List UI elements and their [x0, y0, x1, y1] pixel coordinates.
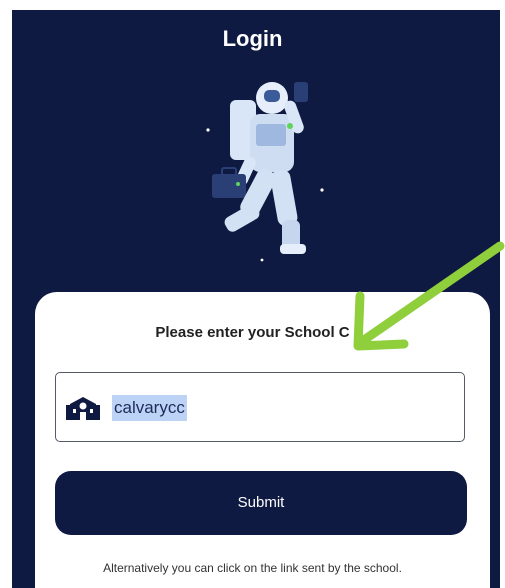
page-title: Login [222, 26, 283, 51]
school-code-value: calvarycc [112, 395, 187, 421]
submit-button[interactable]: Submit [55, 471, 467, 535]
alternative-link-text: Alternatively you can click on the link … [103, 561, 402, 575]
login-screen: Login Please enter your School C calvary… [0, 0, 505, 588]
school-code-input[interactable]: calvarycc [55, 372, 465, 442]
green-arrow-icon [353, 241, 505, 351]
school-building-icon [66, 397, 100, 420]
astronaut-illustration [206, 82, 324, 262]
